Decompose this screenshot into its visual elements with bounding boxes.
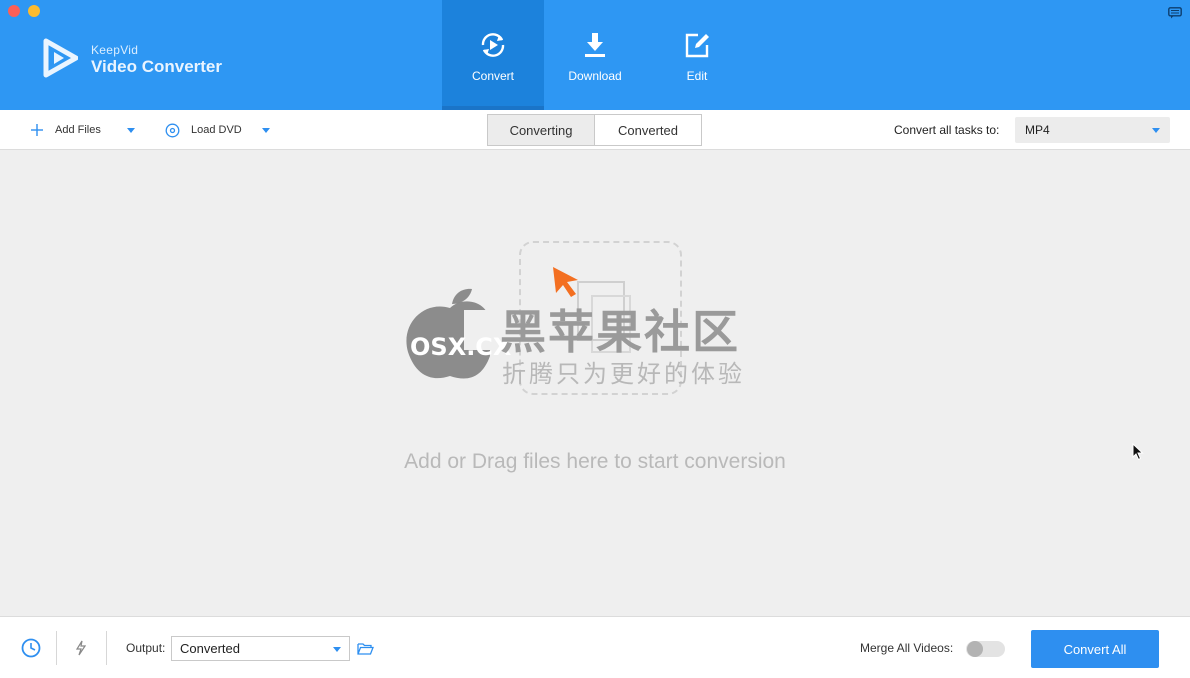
folder-icon: [357, 642, 374, 655]
plus-icon: [31, 124, 43, 136]
segment-converting[interactable]: Converting: [487, 114, 595, 146]
output-format-value: MP4: [1025, 123, 1050, 137]
window-close-button[interactable]: [8, 5, 20, 17]
lightning-icon: [76, 640, 86, 656]
add-files-dropdown[interactable]: [127, 110, 135, 150]
watermark-sub-text: 折腾只为更好的体验: [502, 360, 745, 388]
output-format-select[interactable]: MP4: [1015, 117, 1170, 143]
convert-all-tasks-label: Convert all tasks to:: [894, 123, 1000, 137]
brand-small-text: KeepVid: [91, 43, 139, 57]
watermark-main-text: 黑苹果社区: [500, 305, 740, 359]
separator: [106, 631, 107, 665]
tab-download[interactable]: Download: [544, 0, 646, 110]
toggle-knob: [967, 641, 983, 657]
clock-icon: [21, 638, 41, 658]
load-dvd-button[interactable]: Load DVD: [165, 110, 242, 150]
speed-button[interactable]: [76, 617, 86, 678]
convert-icon: [476, 28, 510, 62]
tab-edit-label: Edit: [686, 69, 708, 83]
chevron-down-icon: [262, 127, 270, 133]
feedback-icon[interactable]: [1168, 7, 1182, 19]
tab-edit[interactable]: Edit: [646, 0, 748, 110]
add-files-label: Add Files: [55, 124, 101, 136]
chevron-down-icon: [127, 127, 135, 133]
disc-icon: [165, 123, 180, 137]
output-folder-select[interactable]: Converted: [171, 636, 350, 661]
chevron-down-icon: [1152, 128, 1160, 133]
keepvid-logo-icon: [43, 38, 78, 78]
open-folder-button[interactable]: [357, 617, 374, 678]
merge-all-toggle[interactable]: [966, 641, 1005, 657]
output-label: Output:: [126, 641, 166, 655]
schedule-button[interactable]: [20, 617, 42, 678]
output-folder-value: Converted: [180, 641, 240, 656]
watermark-site: OSX.CX: [410, 333, 512, 361]
segment-converted[interactable]: Converted: [594, 114, 702, 146]
separator: [56, 631, 57, 665]
tab-convert[interactable]: Convert: [442, 0, 544, 110]
mouse-cursor-icon: [1132, 443, 1144, 461]
edit-icon: [680, 28, 714, 62]
window-minimize-button[interactable]: [28, 5, 40, 17]
load-dvd-label: Load DVD: [191, 124, 242, 136]
chevron-down-icon: [333, 647, 341, 652]
drop-hint-text: Add or Drag files here to start conversi…: [404, 450, 786, 473]
app-header: KeepVid Video Converter Convert Download: [0, 0, 1190, 110]
toolbar: Add Files Load DVD Converting Converted …: [0, 110, 1190, 150]
tab-convert-label: Convert: [471, 69, 515, 83]
merge-all-label: Merge All Videos:: [860, 641, 954, 655]
add-files-button[interactable]: Add Files: [30, 110, 101, 150]
tab-download-label: Download: [568, 69, 622, 83]
load-dvd-dropdown[interactable]: [262, 110, 270, 150]
convert-all-button[interactable]: Convert All: [1031, 630, 1159, 668]
bottom-bar: Output: Converted Merge All Videos: Conv…: [0, 616, 1190, 678]
download-icon: [578, 28, 612, 62]
app-title: Video Converter: [91, 57, 223, 76]
